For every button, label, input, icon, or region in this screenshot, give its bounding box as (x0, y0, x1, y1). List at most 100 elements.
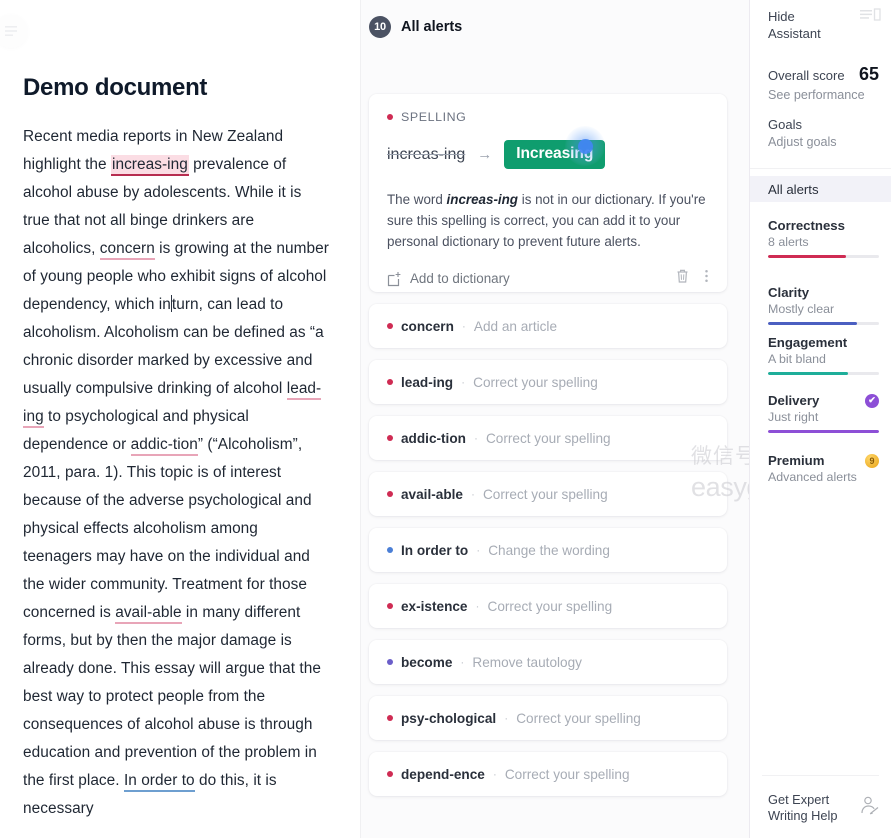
alert-action: Correct your spelling (482, 486, 608, 502)
suggestion-row: increas-ing → Increasing (387, 126, 709, 169)
document-editor-panel: Demo document Recent media reports in Ne… (0, 0, 360, 838)
arrow-icon: → (477, 146, 493, 163)
inline-error-addiction[interactable]: addic-tion (130, 436, 198, 456)
expert-writer-icon (857, 794, 881, 823)
alerts-header: 10 All alerts (369, 16, 462, 38)
alert-card-collapsed[interactable]: lead-ing · Correct your spelling (369, 360, 727, 404)
alert-action: Correct your spelling (473, 374, 598, 390)
alert-card-footer: Add to dictionary (387, 268, 709, 289)
sidebar-item-premium[interactable]: Premium 9 Advanced alerts (768, 453, 879, 484)
alert-action: Correct your spelling (504, 766, 630, 782)
category-dot-icon (387, 114, 393, 120)
get-expert-writing-help-button[interactable]: Get Expert Writing Help (750, 792, 891, 824)
alert-word: ex-istence (401, 598, 468, 614)
sidebar-item-all-alerts[interactable]: All alerts (750, 176, 891, 202)
alert-actions (675, 268, 709, 289)
alert-word: addic-tion (401, 430, 466, 446)
add-to-dictionary-label: Add to dictionary (410, 271, 510, 286)
category-status: Advanced alerts (768, 470, 857, 484)
sidebar-item-clarity[interactable]: Clarity Mostly clear (768, 285, 879, 325)
category-dot-icon (387, 603, 393, 609)
sidebar-divider (750, 168, 891, 169)
apply-suggestion-button[interactable]: Increasing (504, 140, 606, 169)
category-status: Mostly clear (768, 302, 835, 316)
sidebar-item-correctness[interactable]: Correctness 8 alerts (768, 218, 879, 258)
sidebar-item-all-alerts-label: All alerts (768, 181, 819, 197)
inline-error-in-order-to[interactable]: In order to (123, 772, 195, 792)
grammar-assistant-app: Demo document Recent media reports in Ne… (0, 0, 891, 838)
alert-action: Remove tautology (472, 654, 582, 670)
see-performance-link[interactable]: See performance (768, 88, 879, 102)
category-name: Engagement (768, 335, 848, 350)
alert-explanation: The word increas-ing is not in our dicti… (387, 189, 709, 252)
alert-separator: · (504, 711, 509, 725)
category-dot-icon (387, 659, 393, 665)
category-name: Premium (768, 453, 825, 468)
trash-icon[interactable] (675, 268, 690, 289)
overall-score-block[interactable]: Overall score 65 See performance (768, 64, 879, 102)
sidebar-item-engagement[interactable]: Engagement A bit bland (768, 335, 879, 375)
document-text[interactable]: Recent media reports in New Zealand high… (23, 123, 329, 823)
alerts-count-badge: 10 (369, 16, 391, 38)
category-dot-icon (387, 435, 393, 441)
category-progress-bar (768, 430, 879, 433)
goals-block[interactable]: Goals Adjust goals (768, 117, 879, 149)
category-progress-bar (768, 255, 879, 258)
expert-divider (762, 775, 879, 776)
goals-label: Goals (768, 117, 802, 132)
alert-word: concern (401, 318, 454, 334)
alert-card-collapsed[interactable]: avail-able · Correct your spelling (369, 472, 727, 516)
delivery-check-badge: ✔ (865, 393, 879, 408)
category-dot-icon (387, 547, 393, 553)
category-name: Correctness (768, 218, 845, 233)
alert-card-collapsed[interactable]: ex-istence · Correct your spelling (369, 584, 727, 628)
alert-separator: · (470, 487, 475, 501)
alert-word: psy-chological (401, 710, 497, 726)
alert-separator: · (460, 655, 465, 669)
doc-text-run: ” (“Alcoholism”, 2011, para. 1). This to… (23, 436, 312, 621)
collapsed-alerts-host: concern · Add an article lead-ing · Correct y… (369, 304, 727, 796)
assistant-sidebar: Hide Assistant Overall score 65 See perf… (750, 0, 891, 838)
inline-error-concern[interactable]: concern (99, 240, 155, 260)
more-options-icon[interactable] (704, 268, 709, 289)
category-dot-icon (387, 491, 393, 497)
alert-word: lead-ing (401, 374, 454, 390)
overall-score-value: 65 (858, 64, 879, 84)
hide-assistant-line2: Assistant (768, 26, 821, 41)
hide-assistant-button[interactable]: Hide Assistant (750, 8, 891, 42)
alert-action: Change the wording (488, 542, 610, 558)
alert-action: Correct your spelling (487, 598, 613, 614)
panel-toggle-icon[interactable] (859, 8, 881, 29)
sidebar-item-delivery[interactable]: Delivery ✔ Just right (768, 393, 879, 433)
category-name: Delivery (768, 393, 820, 408)
alert-card-collapsed[interactable]: In order to · Change the wording (369, 528, 727, 572)
alert-card-collapsed[interactable]: concern · Add an article (369, 304, 727, 348)
inline-error-available[interactable]: avail-able (115, 604, 182, 624)
hide-assistant-line1: Hide (768, 9, 795, 24)
doc-text-run: in many different forms, but by then the… (23, 604, 321, 789)
category-name: Clarity (768, 285, 810, 300)
alert-card-collapsed[interactable]: psy-chological · Correct your spelling (369, 696, 727, 740)
category-dot-icon (387, 771, 393, 777)
premium-badge: 9 (865, 453, 879, 468)
category-dot-icon (387, 379, 393, 385)
category-progress-bar (768, 372, 879, 375)
alert-separator: · (492, 767, 497, 781)
alert-card-expanded[interactable]: SPELLING increas-ing → Increasing The wo… (369, 94, 727, 292)
alert-word: avail-able (401, 486, 463, 502)
document-menu-icon[interactable] (0, 14, 28, 48)
page-title: Demo document (23, 74, 208, 101)
alert-separator: · (461, 375, 466, 389)
alert-card-collapsed[interactable]: become · Remove tautology (369, 640, 727, 684)
adjust-goals-link[interactable]: Adjust goals (768, 135, 879, 149)
expert-line2: Writing Help (768, 808, 838, 823)
alert-category-row: SPELLING (387, 110, 709, 124)
explanation-word: increas-ing (446, 192, 518, 207)
add-to-dictionary-button[interactable]: Add to dictionary (387, 271, 510, 287)
alert-card-collapsed[interactable]: depend-ence · Correct your spelling (369, 752, 727, 796)
category-dot-icon (387, 323, 393, 329)
alerts-header-label: All alerts (401, 19, 463, 35)
inline-error-increasing[interactable]: increas-ing (110, 155, 189, 176)
alert-card-collapsed[interactable]: addic-tion · Correct your spelling (369, 416, 727, 460)
expert-line1: Get Expert (768, 792, 830, 807)
